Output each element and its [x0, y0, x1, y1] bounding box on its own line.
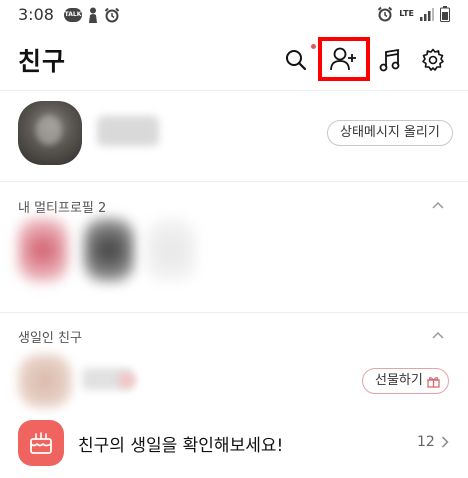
status-bar: 3:08 TALK LTE: [0, 0, 468, 32]
cake-icon: [30, 432, 52, 454]
my-profile-avatar[interactable]: [18, 101, 82, 165]
music-icon: [379, 48, 400, 72]
page-title: 친구: [18, 47, 67, 76]
settings-button[interactable]: [413, 42, 453, 78]
multi-profile-item[interactable]: [18, 218, 68, 282]
gift-icon: [427, 376, 440, 388]
add-friend-icon: [330, 47, 356, 71]
person-notification-icon: [89, 7, 97, 23]
header-divider: [0, 90, 468, 91]
multi-profile-item[interactable]: [146, 218, 196, 282]
gift-button-label: 선물하기: [375, 373, 423, 388]
profile-divider: [0, 181, 468, 182]
network-type: LTE: [399, 9, 414, 18]
music-button[interactable]: [370, 42, 410, 78]
cake-tile: [18, 420, 64, 466]
multi-profile-section-title: 내 멀티프로필 2: [18, 201, 107, 216]
birthday-check-label: 친구의 생일을 확인해보세요!: [78, 436, 284, 456]
header: 친구: [0, 32, 468, 90]
multi-profile-divider: [0, 312, 468, 313]
birthday-friend-avatar[interactable]: [18, 354, 72, 408]
signal-icon: [420, 8, 434, 21]
alarm-notification-icon: [104, 7, 120, 23]
chevron-up-icon[interactable]: [432, 201, 444, 209]
birthday-section-title: 생일인 친구: [18, 331, 82, 346]
search-icon: [286, 50, 307, 71]
alarm-icon: [378, 6, 393, 22]
chevron-up-icon[interactable]: [432, 331, 444, 339]
talk-notification-icon: TALK: [64, 8, 82, 22]
status-notification-icons: TALK: [64, 7, 120, 23]
gift-button[interactable]: 선물하기: [362, 368, 449, 394]
chevron-right-icon: [441, 436, 449, 448]
birthday-count: 12: [417, 434, 435, 450]
status-time: 3:08: [18, 5, 54, 24]
my-profile-name-blurred[interactable]: [97, 116, 159, 146]
battery-icon: [440, 6, 450, 22]
multi-profile-item[interactable]: [84, 218, 134, 282]
gear-icon: [422, 48, 444, 71]
birthday-friend-badge-blurred: [118, 372, 136, 388]
birthday-check-row[interactable]: 친구의 생일을 확인해보세요! 12: [0, 414, 468, 472]
status-message-button[interactable]: 상태메시지 올리기: [327, 120, 453, 146]
add-friend-button[interactable]: [318, 37, 370, 81]
search-button[interactable]: [276, 42, 316, 78]
status-system-icons: LTE: [377, 6, 450, 22]
new-badge-dot: [311, 44, 316, 49]
